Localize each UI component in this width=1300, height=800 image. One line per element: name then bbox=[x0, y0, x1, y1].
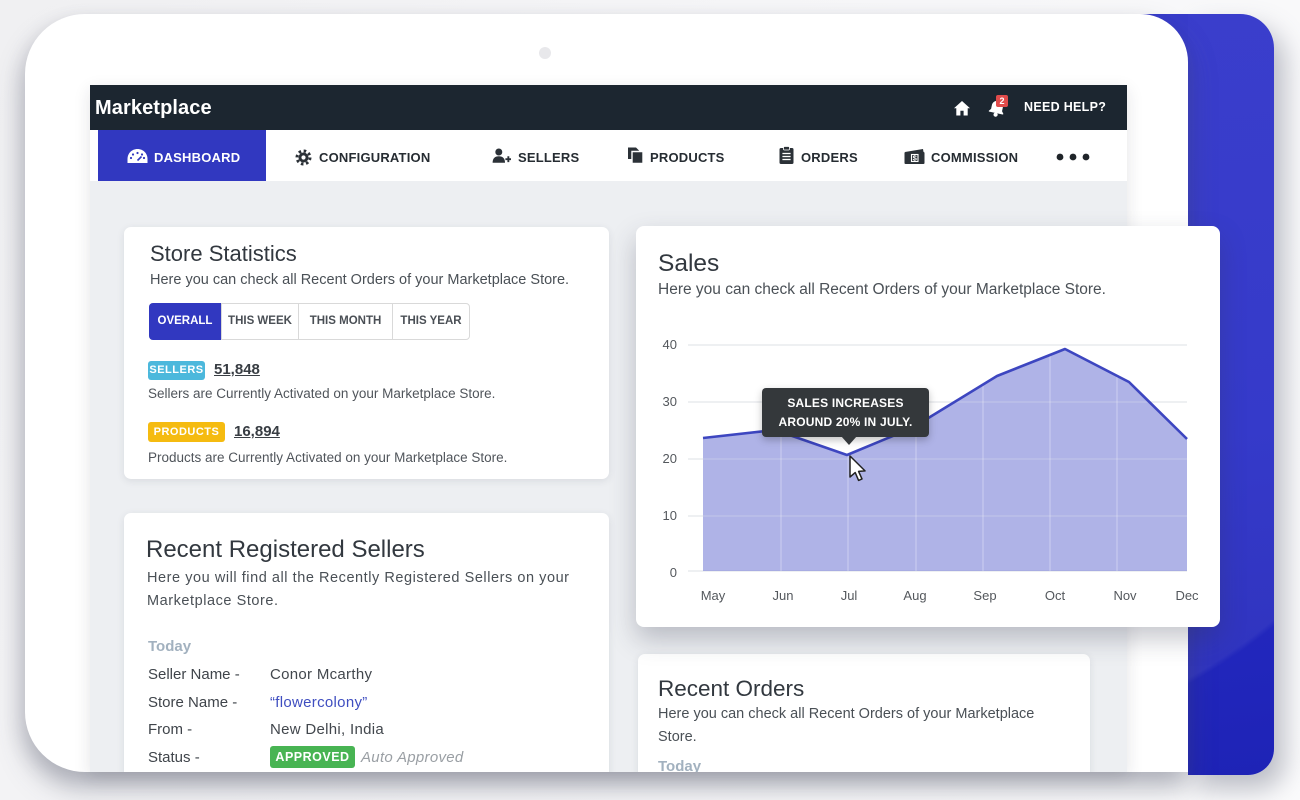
svg-text:Aug: Aug bbox=[903, 588, 926, 603]
svg-text:Oct: Oct bbox=[1045, 588, 1066, 603]
svg-text:Jun: Jun bbox=[773, 588, 794, 603]
svg-text:Nov: Nov bbox=[1113, 588, 1137, 603]
svg-text:10: 10 bbox=[663, 508, 677, 523]
svg-text:20: 20 bbox=[663, 451, 677, 466]
svg-text:0: 0 bbox=[670, 565, 677, 580]
svg-text:Dec: Dec bbox=[1175, 588, 1199, 603]
svg-text:Jul: Jul bbox=[841, 588, 858, 603]
svg-text:May: May bbox=[701, 588, 726, 603]
svg-text:40: 40 bbox=[663, 337, 677, 352]
svg-text:Sep: Sep bbox=[973, 588, 996, 603]
svg-text:30: 30 bbox=[663, 394, 677, 409]
